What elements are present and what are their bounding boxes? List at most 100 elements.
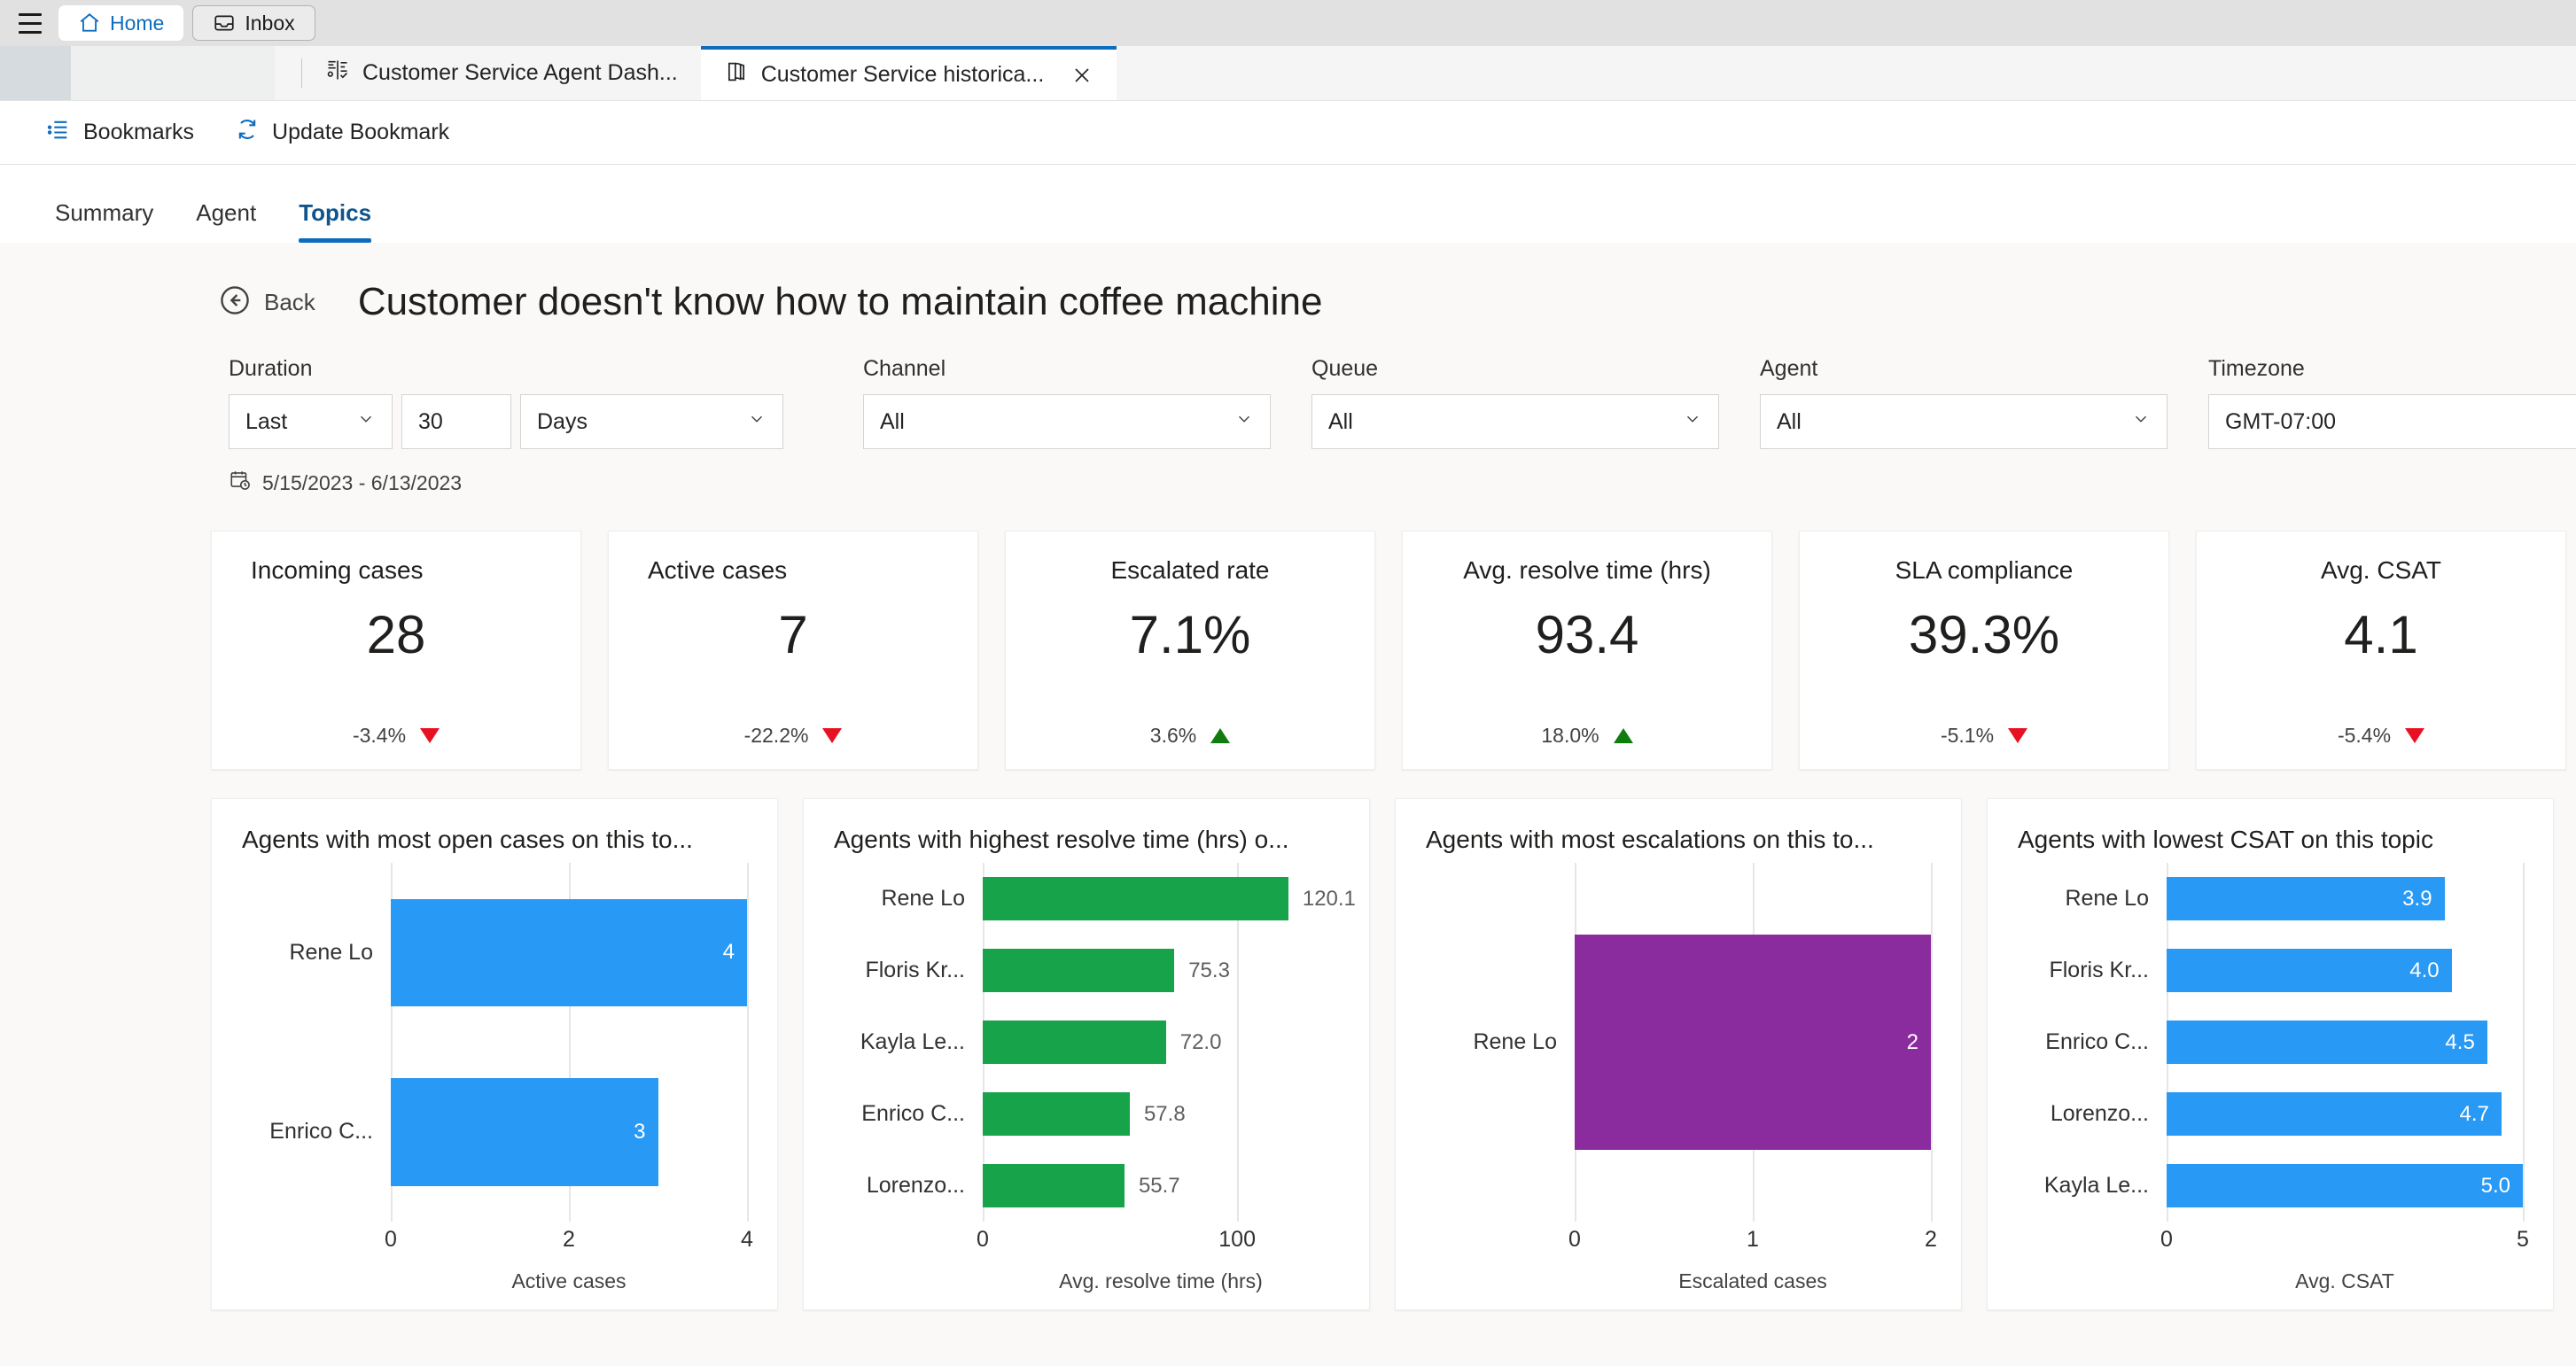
chart-title: Agents with highest resolve time (hrs) o… [834, 826, 1289, 853]
update-bookmark-button[interactable]: Update Bookmark [235, 117, 449, 148]
bar[interactable]: 57.8 [983, 1092, 1186, 1136]
category-label-row: Enrico C... [2018, 1006, 2167, 1078]
chevron-down-icon [733, 409, 767, 435]
chrome-tab-inbox[interactable]: Inbox [192, 5, 315, 41]
value-axis: 0 2 4 [242, 1222, 753, 1262]
bar[interactable]: 4.7 [2167, 1092, 2502, 1136]
bar[interactable]: 72.0 [983, 1021, 1221, 1064]
kpi-card-sla-compliance[interactable]: SLA compliance 39.3% -5.1% [1799, 531, 2169, 770]
kpi-card-avg-csat[interactable]: Avg. CSAT 4.1 -5.4% [2196, 531, 2566, 770]
chart-title: Agents with most open cases on this to..… [242, 826, 693, 853]
app-tab-agent-dashboard[interactable]: Customer Service Agent Dash... [302, 46, 701, 100]
bar[interactable]: 4.0 [2167, 949, 2452, 992]
trend-up-icon [1210, 728, 1231, 743]
category-label: Kayla Le... [2043, 1173, 2149, 1198]
kpi-value: 93.4 [1535, 605, 1639, 664]
tab-agent[interactable]: Agent [175, 199, 277, 243]
bar[interactable]: 5.0 [2167, 1164, 2523, 1207]
bar-row: 57.8 [983, 1078, 1339, 1150]
chart-card-escalations[interactable]: Agents with most escalations on this to.… [1395, 798, 1962, 1310]
bar[interactable]: 120.1 [983, 877, 1356, 920]
back-button[interactable]: Back [218, 283, 315, 322]
kpi-value: 7.1% [1129, 605, 1251, 664]
duration-mode-value: Last [245, 408, 288, 434]
bar-area: 2 [1575, 863, 1933, 1222]
bar[interactable]: 2 [1575, 935, 1931, 1150]
bar[interactable]: 4 [391, 898, 747, 1006]
value-axis: 05 [2018, 1222, 2529, 1262]
category-label: Lorenzo... [2050, 1101, 2149, 1126]
agent-select[interactable]: All [1760, 394, 2167, 449]
bookmarks-button[interactable]: Bookmarks [46, 117, 194, 148]
bar[interactable]: 55.7 [983, 1164, 1180, 1207]
duration-amount-input[interactable]: 30 [401, 394, 511, 449]
value-axis: 0 100 [834, 1222, 1339, 1262]
kpi-delta: 3.6% [1045, 724, 1335, 748]
trend-down-icon [2008, 728, 2028, 743]
category-label-row: Lorenzo... [2018, 1078, 2167, 1150]
plot-area: Rene Lo 2 [1426, 863, 1933, 1222]
bar-row: 4.7 [2167, 1078, 2523, 1150]
queue-select[interactable]: All [1311, 394, 1719, 449]
category-label: Floris Kr... [865, 958, 965, 982]
chrome-tab-home[interactable]: Home [58, 5, 184, 41]
bar-row: 4.0 [2167, 935, 2523, 1006]
plot-area: Rene Lo Enrico C... 4 3 [242, 863, 749, 1222]
tab-topics[interactable]: Topics [277, 199, 393, 243]
kpi-card-incoming-cases[interactable]: Incoming cases 28 -3.4% [211, 531, 581, 770]
bar[interactable]: 3.9 [2167, 877, 2445, 920]
bar-area: 120.1 75.3 72.0 57.8 55.7 [983, 863, 1356, 1222]
app-tab-strip: Customer Service Agent Dash... Customer … [0, 46, 2576, 101]
bookmarks-label: Bookmarks [83, 120, 195, 144]
bar-row: 55.7 [983, 1150, 1339, 1222]
queue-label: Queue [1311, 356, 1379, 381]
category-label: Kayla Le... [860, 1029, 965, 1054]
kpi-card-escalated-rate[interactable]: Escalated rate 7.1% 3.6% [1005, 531, 1375, 770]
hamburger-icon[interactable] [11, 4, 50, 43]
gridline [747, 863, 749, 1222]
duration-unit-select[interactable]: Days [520, 394, 783, 449]
category-label: Enrico C... [861, 1101, 965, 1126]
kpi-card-active-cases[interactable]: Active cases 7 -22.2% [608, 531, 978, 770]
axis-ticks: 0 100 [977, 1222, 1339, 1262]
category-label: Enrico C... [2045, 1029, 2149, 1054]
bar[interactable]: 3 [391, 1078, 658, 1186]
chrome-tab-inbox-label: Inbox [245, 11, 295, 35]
category-label-row: Kayla Le... [2018, 1150, 2167, 1222]
bar[interactable]: 75.3 [983, 949, 1230, 992]
bar-value-label: 3.9 [2402, 886, 2432, 911]
date-range-text: 5/15/2023 - 6/13/2023 [262, 470, 463, 494]
kpi-delta-text: -5.1% [1940, 724, 1995, 747]
bar-value-label: 5.0 [2480, 1173, 2510, 1198]
bar[interactable]: 4.5 [2167, 1021, 2487, 1064]
app-tab-historical-analytics[interactable]: Customer Service historica... [700, 46, 1117, 100]
chevron-down-icon [1669, 409, 1702, 435]
category-label: Rene Lo [289, 939, 373, 965]
category-axis: Rene Lo [1426, 863, 1575, 1222]
category-label-row: Rene Lo [242, 863, 391, 1043]
category-axis: Rene Lo Enrico C... [242, 863, 391, 1222]
chart-card-open-cases[interactable]: Agents with most open cases on this to..… [211, 798, 778, 1310]
title-row: Back Customer doesn't know how to mainta… [0, 243, 2576, 324]
kpi-card-avg-resolve-time[interactable]: Avg. resolve time (hrs) 93.4 18.0% [1402, 531, 1772, 770]
close-icon[interactable] [1070, 64, 1093, 87]
duration-mode-select[interactable]: Last [229, 394, 393, 449]
timezone-select[interactable]: GMT-07:00 [2208, 394, 2576, 449]
category-label: Rene Lo [1473, 1029, 1557, 1054]
filter-timezone: Timezone GMT-07:00 [2208, 356, 2576, 449]
chevron-down-icon [2117, 409, 2151, 435]
filter-bar: Duration Last 30 Days Channel All Queue … [0, 324, 2576, 449]
chart-card-lowest-csat[interactable]: Agents with lowest CSAT on this topic Re… [1987, 798, 2554, 1310]
value-axis: 0 1 2 [1426, 1222, 1937, 1262]
axis-ticks: 0 1 2 [1568, 1222, 1937, 1262]
bar-area: 3.9 4.0 4.5 4.7 5.0 [2167, 863, 2525, 1222]
filter-queue: Queue All [1311, 356, 1719, 449]
refresh-icon [235, 117, 260, 148]
tabstrip-placeholder-left [0, 46, 71, 100]
kpi-delta: -22.2% [648, 724, 938, 748]
channel-select[interactable]: All [863, 394, 1271, 449]
tab-summary[interactable]: Summary [34, 199, 175, 243]
kpi-delta: -3.4% [251, 724, 541, 748]
chart-card-resolve-time[interactable]: Agents with highest resolve time (hrs) o… [803, 798, 1370, 1310]
chart-title: Agents with most escalations on this to.… [1426, 826, 1874, 853]
